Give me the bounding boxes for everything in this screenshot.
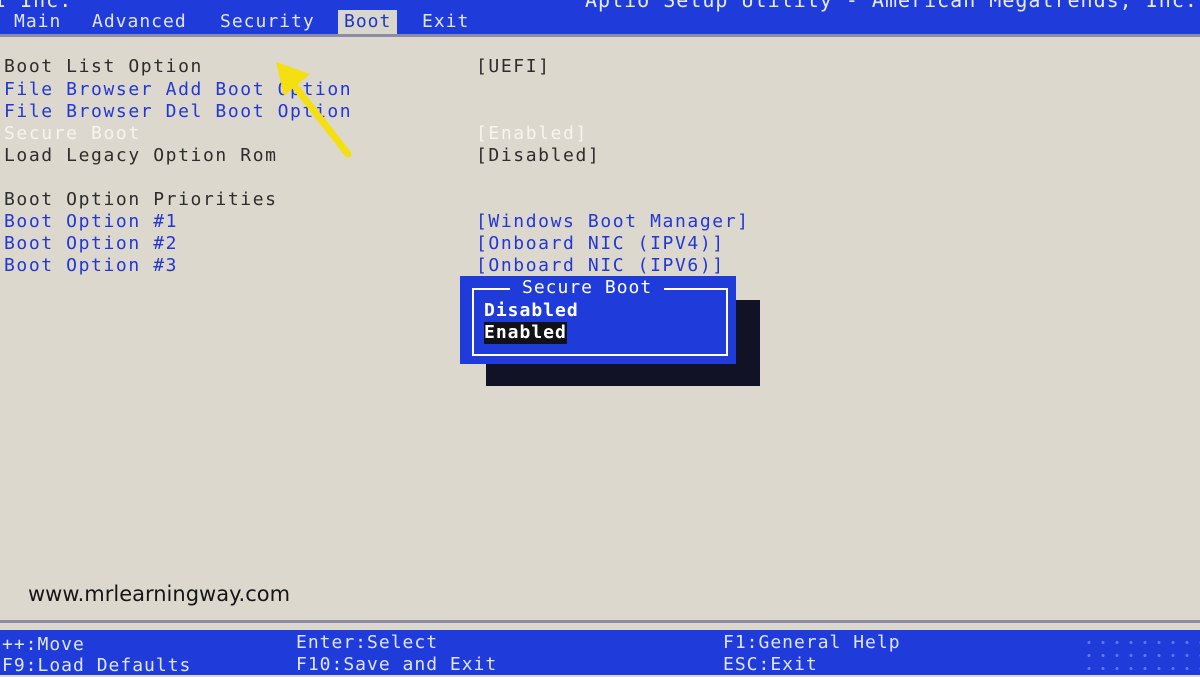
tab-security[interactable]: Security bbox=[214, 10, 321, 34]
boot-option-3-label[interactable]: Boot Option #3 bbox=[4, 255, 178, 277]
footer-divider bbox=[0, 620, 1200, 623]
boot-list-option-label[interactable]: Boot List Option bbox=[4, 56, 203, 78]
tab-boot[interactable]: Boot bbox=[338, 10, 398, 34]
help-general-help: F1:General Help bbox=[723, 632, 901, 653]
title-bar: I Inc. Aptio Setup Utility - American Me… bbox=[0, 0, 1200, 34]
tab-advanced[interactable]: Advanced bbox=[86, 10, 193, 34]
boot-option-1-label[interactable]: Boot Option #1 bbox=[4, 211, 178, 233]
boot-option-2-value[interactable]: [Onboard NIC (IPV4)] bbox=[476, 233, 725, 255]
help-load-defaults: F9:Load Defaults bbox=[2, 655, 192, 676]
popup-title: Secure Boot bbox=[510, 276, 665, 300]
boot-option-priorities-heading: Boot Option Priorities bbox=[4, 189, 278, 210]
header-divider bbox=[0, 34, 1200, 37]
watermark: www.mrlearningway.com bbox=[28, 582, 291, 606]
load-legacy-option-rom-value[interactable]: [Disabled] bbox=[476, 145, 600, 167]
help-exit: ESC:Exit bbox=[723, 654, 818, 675]
secure-boot-value[interactable]: [Enabled] bbox=[476, 123, 588, 145]
secure-boot-label[interactable]: Secure Boot bbox=[4, 123, 141, 145]
popup-option-disabled[interactable]: Disabled bbox=[484, 300, 579, 322]
boot-option-3-value[interactable]: [Onboard NIC (IPV6)] bbox=[476, 255, 725, 277]
popup-option-enabled[interactable]: Enabled bbox=[484, 322, 567, 344]
boot-option-2-label[interactable]: Boot Option #2 bbox=[4, 233, 178, 255]
moire-dots bbox=[1082, 636, 1200, 675]
tab-main[interactable]: Main bbox=[8, 10, 67, 34]
help-bar: ++:Move F9:Load Defaults Enter:Select F1… bbox=[0, 630, 1200, 676]
utility-title: Aptio Setup Utility - American Megatrend… bbox=[585, 0, 1198, 12]
help-select: Enter:Select bbox=[296, 632, 439, 653]
load-legacy-option-rom-label[interactable]: Load Legacy Option Rom bbox=[4, 145, 278, 167]
tab-exit[interactable]: Exit bbox=[416, 10, 475, 34]
help-save-exit: F10:Save and Exit bbox=[296, 654, 498, 675]
arrow-pointer-icon bbox=[276, 62, 352, 158]
boot-list-option-value[interactable]: [UEFI] bbox=[476, 56, 551, 78]
boot-option-1-value[interactable]: [Windows Boot Manager] bbox=[476, 211, 750, 233]
help-move: ++:Move bbox=[2, 634, 85, 655]
secure-boot-popup: Secure Boot Disabled Enabled bbox=[460, 276, 736, 364]
